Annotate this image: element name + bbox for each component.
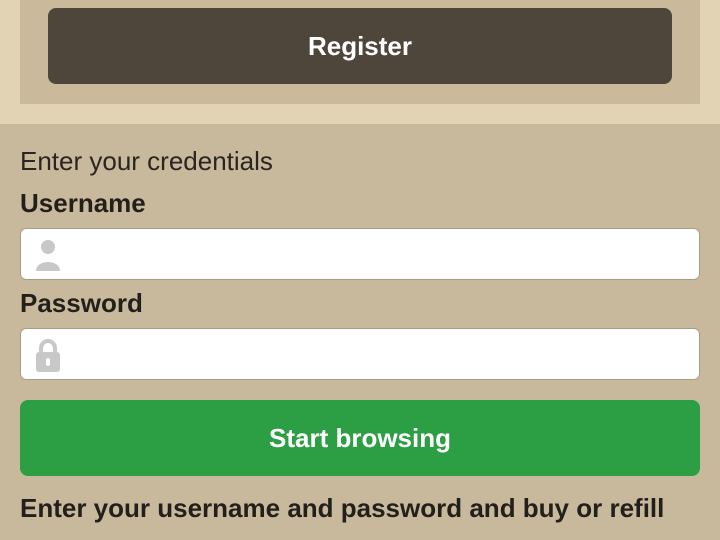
start-browsing-button[interactable]: Start browsing bbox=[20, 400, 700, 476]
password-label: Password bbox=[20, 288, 143, 318]
password-input[interactable] bbox=[77, 329, 691, 381]
instructions-text: Enter your username and password and buy… bbox=[20, 493, 665, 523]
username-label: Username bbox=[20, 188, 146, 218]
password-field[interactable] bbox=[20, 328, 700, 381]
username-input[interactable] bbox=[77, 229, 691, 281]
register-button[interactable]: Register bbox=[48, 8, 672, 84]
credentials-heading: Enter your credentials bbox=[20, 146, 273, 176]
lock-icon bbox=[36, 339, 60, 372]
user-icon bbox=[36, 240, 60, 271]
username-field[interactable] bbox=[20, 228, 700, 281]
